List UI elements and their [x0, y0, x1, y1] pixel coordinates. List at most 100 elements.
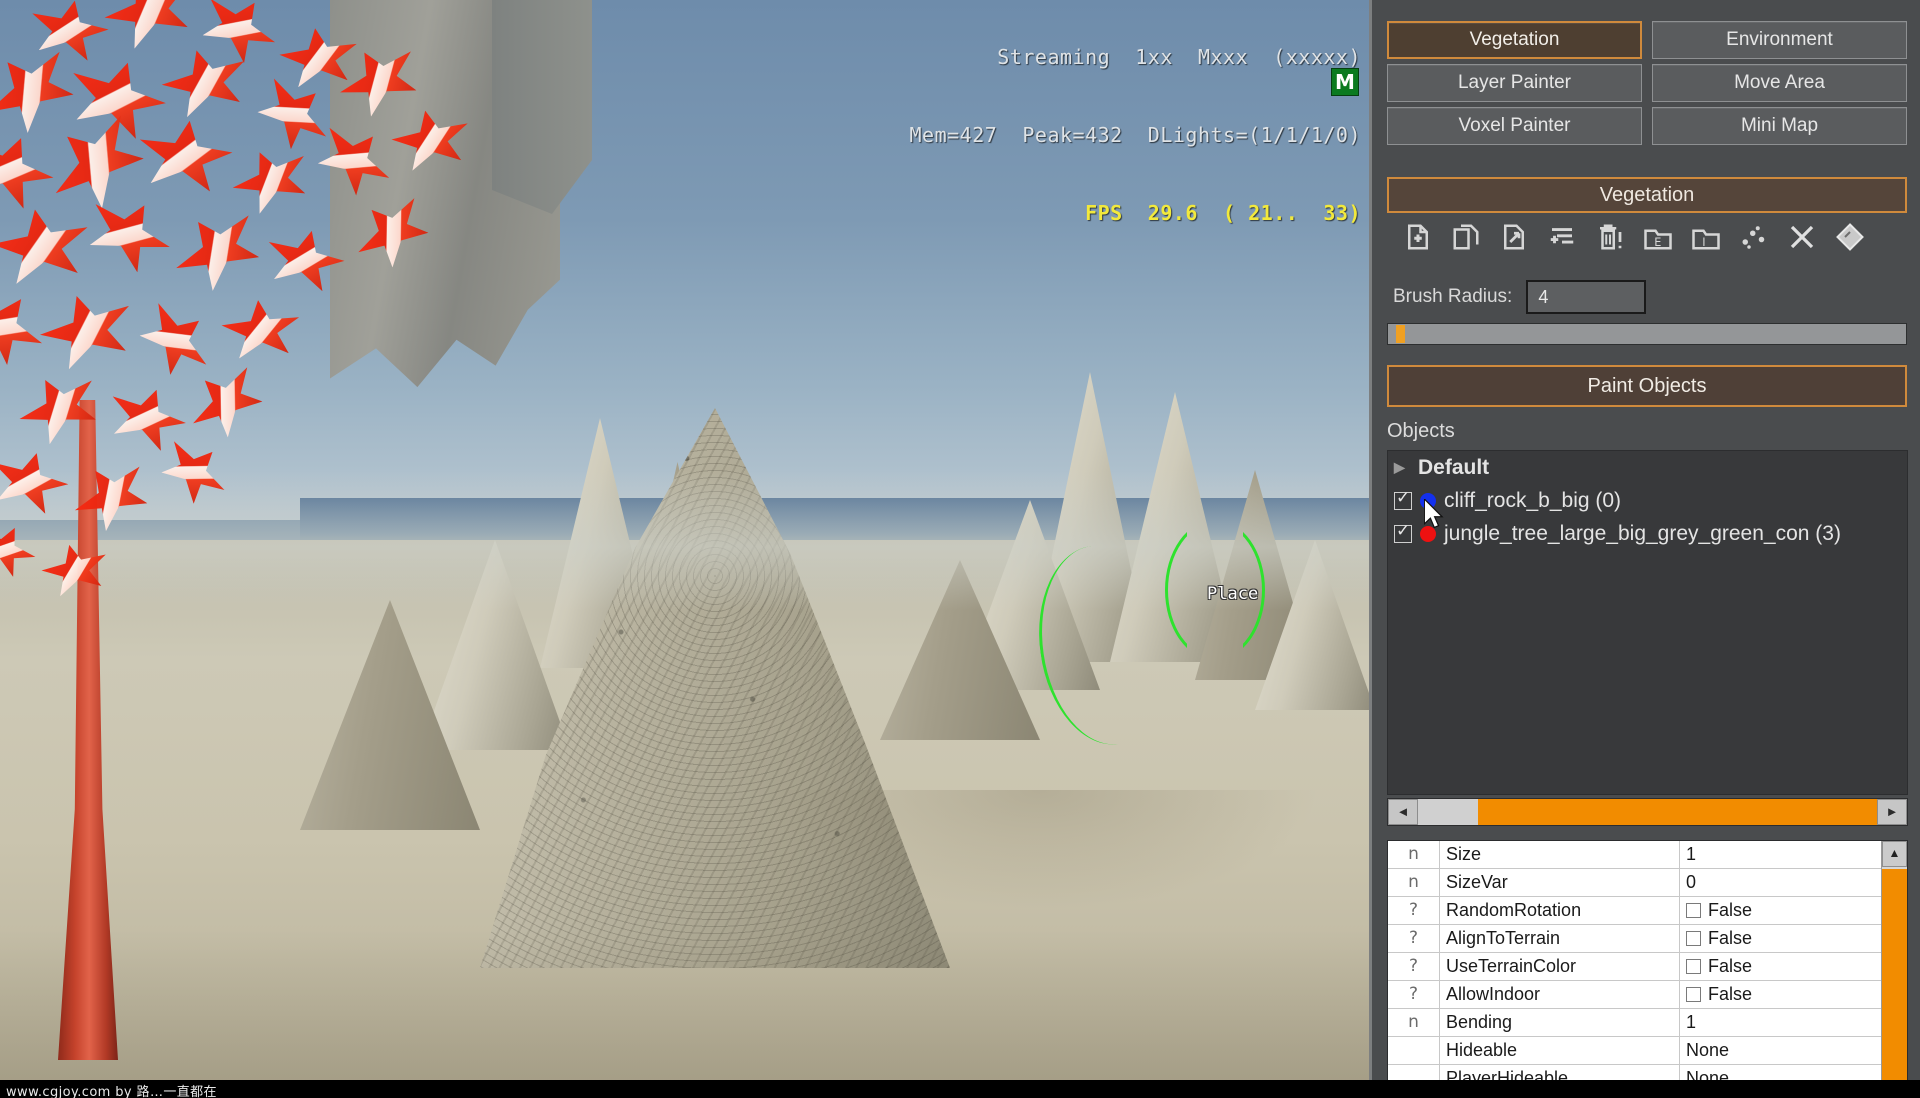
prop-value: False [1708, 928, 1753, 948]
debug-line-streaming: Streaming 1xx Mxxx (xxxxx) [997, 45, 1361, 69]
prop-type-icon [1388, 1037, 1440, 1064]
brush-radius-label: Brush Radius: [1393, 286, 1513, 307]
list-item[interactable]: jungle_tree_large_big_grey_green_con (3) [1388, 517, 1907, 550]
prop-checkbox[interactable] [1686, 987, 1701, 1002]
object-color-dot [1420, 492, 1436, 509]
vegetation-toolbar: E I [1391, 212, 1906, 262]
prop-checkbox[interactable] [1686, 959, 1701, 974]
table-row[interactable]: n Size 1 [1388, 841, 1907, 869]
prop-name: AllowIndoor [1440, 981, 1680, 1008]
debug-line-memory: Mem=427 Peak=432 DLights=(1/1/1/0) [909, 123, 1361, 147]
property-grid[interactable]: n Size 1 n SizeVar 0 ? RandomRotation Fa… [1387, 840, 1908, 1086]
prop-value[interactable]: 0 [1680, 869, 1907, 896]
panel-inner: Vegetation Environment Layer Painter Mov… [1377, 0, 1918, 1086]
prop-name: Bending [1440, 1009, 1680, 1036]
prop-type-icon: ? [1388, 953, 1440, 980]
ground-shadow [0, 930, 1369, 1080]
scroll-left-arrow-icon[interactable]: ◄ [1388, 799, 1418, 825]
svg-text:E: E [1654, 236, 1661, 249]
import-group-icon[interactable]: I [1691, 222, 1721, 252]
fps-label: FPS [1085, 201, 1123, 225]
table-row[interactable]: n SizeVar 0 [1388, 869, 1907, 897]
hscroll-track[interactable] [1418, 799, 1877, 825]
distribute-icon[interactable] [1739, 222, 1769, 252]
prop-type-icon: ? [1388, 897, 1440, 924]
dune-shadow [760, 790, 1320, 910]
editor-window: Place Streaming 1xx Mxxx (xxxxx) Mem=427… [0, 0, 1920, 1098]
3d-viewport[interactable]: Place Streaming 1xx Mxxx (xxxxx) Mem=427… [0, 0, 1369, 1080]
table-row[interactable]: ? RandomRotation False [1388, 897, 1907, 925]
prop-type-icon: n [1388, 841, 1440, 868]
table-row[interactable]: ? AlignToTerrain False [1388, 925, 1907, 953]
brush-gizmo-label: Place [1207, 584, 1259, 604]
prop-value-cell[interactable]: False [1680, 897, 1907, 924]
hscroll-thumb[interactable] [1478, 799, 1877, 825]
objects-horizontal-scrollbar[interactable]: ◄ ► [1387, 798, 1908, 826]
delete-object-icon[interactable] [1595, 222, 1625, 252]
editor-right-panel: Vegetation Environment Layer Painter Mov… [1369, 0, 1920, 1086]
debug-line-fps: FPS 29.6 ( 21.. 33) [910, 200, 1361, 226]
prop-type-icon: ? [1388, 981, 1440, 1008]
prop-name: Size [1440, 841, 1680, 868]
mode-tab-grid: Vegetation Environment Layer Painter Mov… [1387, 0, 1907, 145]
prop-name: Hideable [1440, 1037, 1680, 1064]
prop-name: AlignToTerrain [1440, 925, 1680, 952]
prop-name: UseTerrainColor [1440, 953, 1680, 980]
table-row[interactable]: ? UseTerrainColor False [1388, 953, 1907, 981]
debug-stats-overlay: Streaming 1xx Mxxx (xxxxx) Mem=427 Peak=… [910, 0, 1361, 278]
brush-radius-slider[interactable] [1387, 323, 1907, 345]
clone-object-icon[interactable] [1451, 222, 1481, 252]
paint-brush-icon[interactable] [1835, 222, 1865, 252]
visibility-checkbox[interactable] [1394, 521, 1412, 543]
table-row[interactable]: Hideable None [1388, 1037, 1907, 1065]
visibility-checkbox[interactable] [1394, 488, 1412, 510]
prop-type-icon: n [1388, 869, 1440, 896]
scroll-right-arrow-icon[interactable]: ► [1877, 799, 1907, 825]
tab-move-area[interactable]: Move Area [1652, 64, 1907, 102]
tree-group-label: Default [1418, 455, 1490, 479]
prop-checkbox[interactable] [1686, 903, 1701, 918]
prop-value-cell[interactable]: False [1680, 981, 1907, 1008]
object-color-dot [1420, 525, 1436, 542]
brush-radius-slider-thumb[interactable] [1396, 325, 1405, 343]
brush-radius-input[interactable]: 4 [1526, 280, 1647, 314]
clear-icon[interactable] [1787, 222, 1817, 252]
prop-value[interactable]: 1 [1680, 1009, 1907, 1036]
list-item-label: cliff_rock_b_big (0) [1444, 488, 1622, 512]
brush-radius-row: Brush Radius: 4 [1393, 277, 1908, 317]
prop-value[interactable]: 1 [1680, 841, 1907, 868]
list-item-label: jungle_tree_large_big_grey_green_con (3) [1444, 521, 1841, 545]
table-row[interactable]: ? AllowIndoor False [1388, 981, 1907, 1009]
prop-value-cell[interactable]: False [1680, 953, 1907, 980]
property-vertical-scrollbar[interactable]: ▲ [1881, 841, 1907, 1085]
export-group-icon[interactable]: E [1643, 222, 1673, 252]
add-category-icon[interactable] [1547, 222, 1577, 252]
prop-value: False [1708, 956, 1753, 976]
add-object-icon[interactable] [1403, 222, 1433, 252]
table-row[interactable]: n Bending 1 [1388, 1009, 1907, 1037]
scroll-up-arrow-icon[interactable]: ▲ [1882, 841, 1907, 867]
tab-mini-map[interactable]: Mini Map [1652, 107, 1907, 145]
objects-tree-list[interactable]: ▶ Default cliff_rock_b_big (0) jungle_tr… [1387, 450, 1908, 795]
chevron-right-icon[interactable]: ▶ [1394, 459, 1410, 476]
prop-name: RandomRotation [1440, 897, 1680, 924]
svg-text:I: I [1702, 236, 1705, 249]
tab-voxel-painter[interactable]: Voxel Painter [1387, 107, 1642, 145]
tab-environment[interactable]: Environment [1652, 21, 1907, 59]
replace-object-icon[interactable] [1499, 222, 1529, 252]
tab-vegetation[interactable]: Vegetation [1387, 21, 1642, 59]
tree-group-default[interactable]: ▶ Default [1388, 451, 1907, 484]
vscroll-thumb[interactable] [1882, 869, 1907, 1085]
memory-status-badge: M [1331, 68, 1359, 96]
prop-name: SizeVar [1440, 869, 1680, 896]
list-item[interactable]: cliff_rock_b_big (0) [1388, 484, 1907, 517]
prop-value: False [1708, 900, 1753, 920]
fps-value: 29.6 ( 21.. 33) [1147, 201, 1361, 225]
prop-value[interactable]: None [1680, 1037, 1907, 1064]
section-header-vegetation: Vegetation [1387, 177, 1907, 213]
prop-checkbox[interactable] [1686, 931, 1701, 946]
prop-value-cell[interactable]: False [1680, 925, 1907, 952]
tab-layer-painter[interactable]: Layer Painter [1387, 64, 1642, 102]
prop-value: False [1708, 984, 1753, 1004]
paint-objects-button[interactable]: Paint Objects [1387, 365, 1907, 407]
